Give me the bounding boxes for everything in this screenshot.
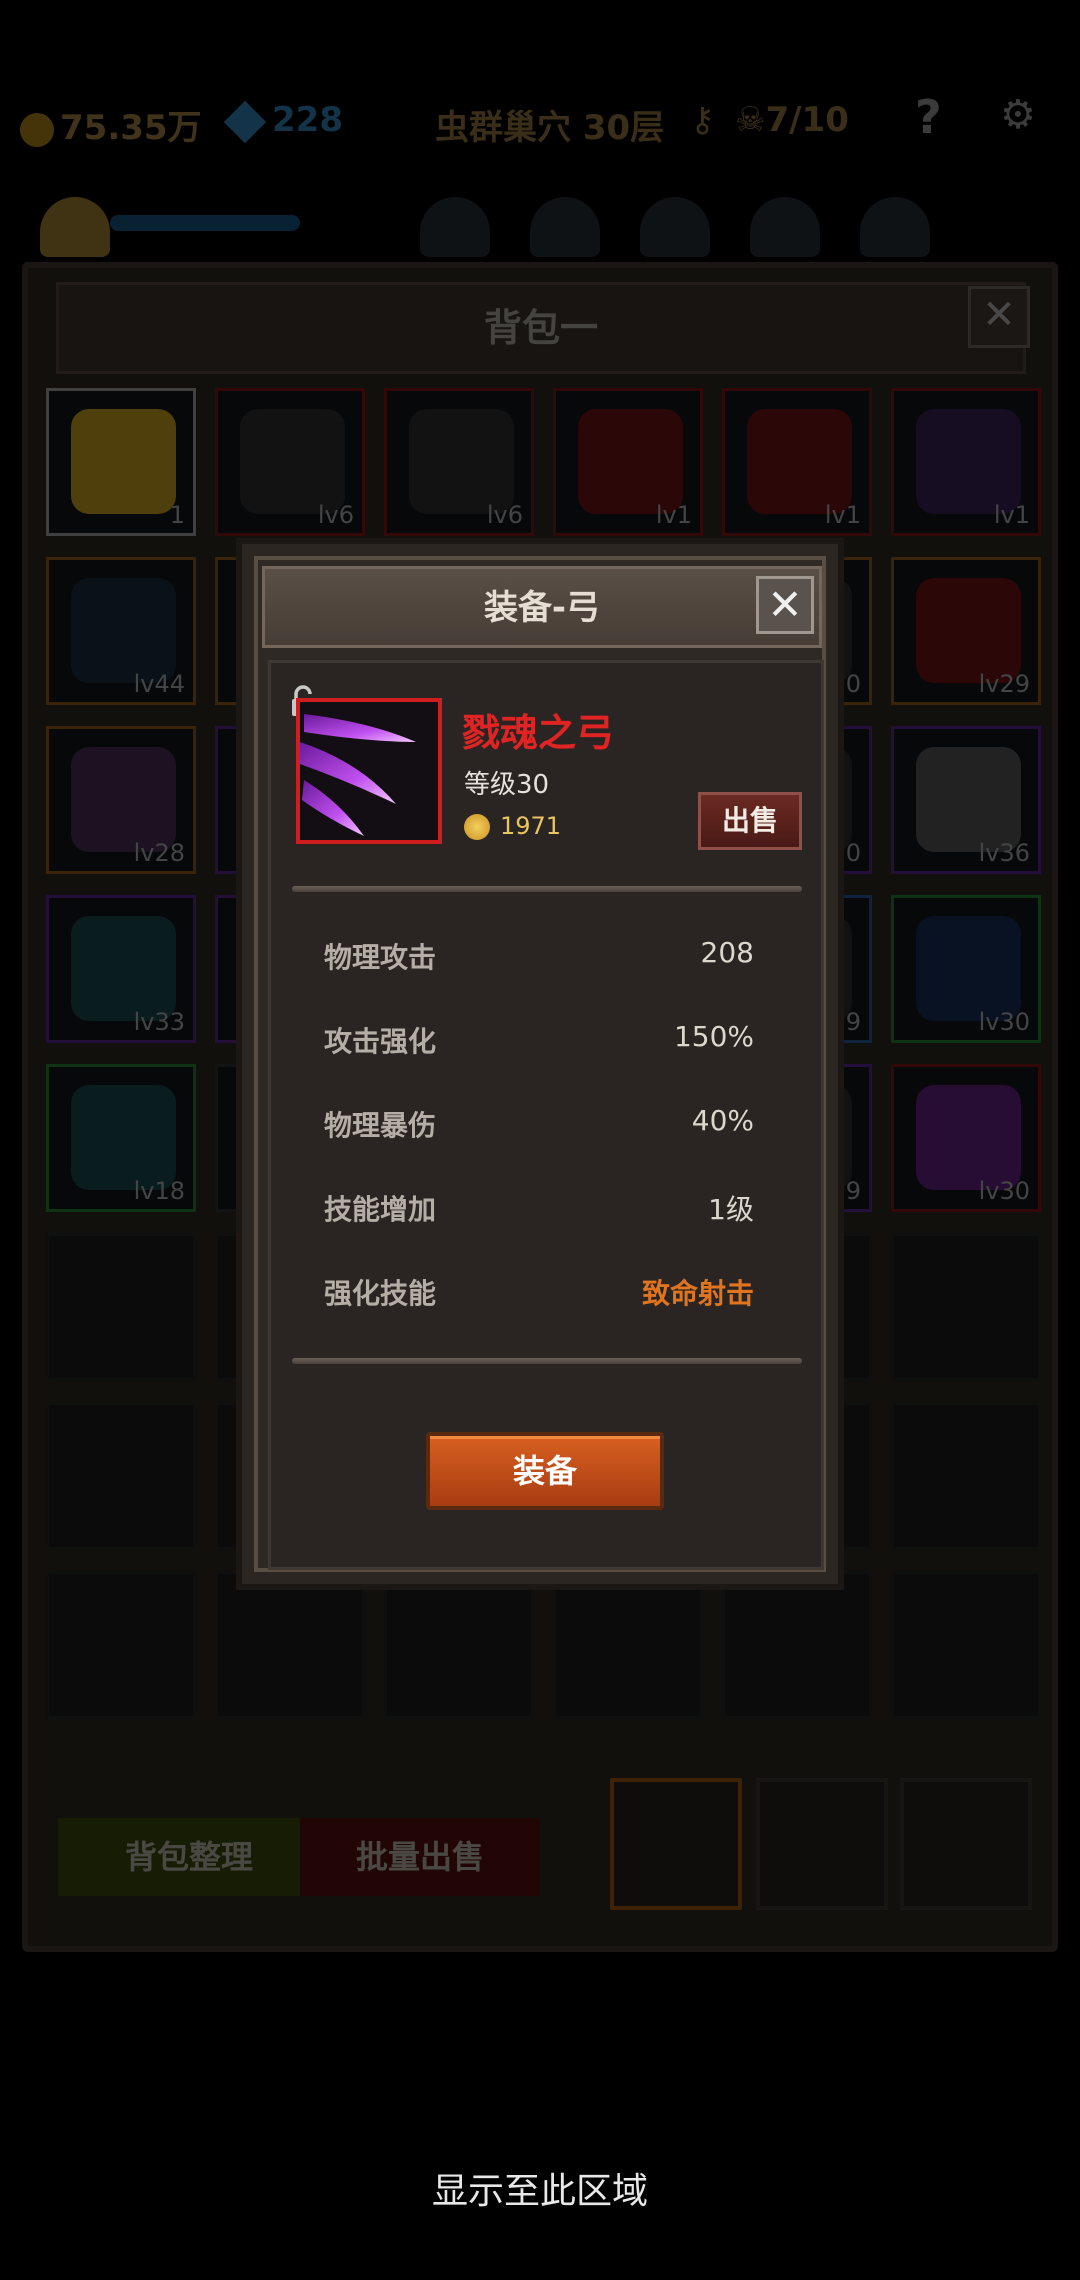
bow-claw-icon xyxy=(300,714,416,836)
stat-label: 强化技能 xyxy=(324,1277,437,1310)
stat-row: 物理暴伤 40% xyxy=(324,1104,754,1148)
stat-value: 40% xyxy=(691,1104,754,1137)
stat-label: 技能增加 xyxy=(324,1193,437,1226)
divider xyxy=(292,886,802,892)
stat-value: 1级 xyxy=(708,1193,754,1226)
item-icon-frame xyxy=(296,698,442,844)
item-price: 1971 xyxy=(464,812,561,840)
equipment-dialog: 装备-弓 ✕ 戮魂之弓 等级30 1971 出售 物理攻击 208 攻击强化 1… xyxy=(236,538,844,1590)
equip-button[interactable]: 装备 xyxy=(426,1432,664,1510)
bottom-hint: 显示至此区域 xyxy=(431,2171,648,2212)
sell-button[interactable]: 出售 xyxy=(698,792,802,850)
dialog-close-button[interactable]: ✕ xyxy=(756,576,814,634)
item-name: 戮魂之弓 xyxy=(462,711,615,755)
stat-row: 物理攻击 208 xyxy=(324,936,754,980)
stat-row: 攻击强化 150% xyxy=(324,1020,754,1064)
dialog-title: 装备-弓 xyxy=(262,566,822,648)
coin-icon xyxy=(464,814,490,840)
stat-row-skill: 强化技能 致命射击 xyxy=(324,1272,754,1316)
enhanced-skill-value: 致命射击 xyxy=(641,1277,754,1310)
stat-value: 208 xyxy=(700,936,754,969)
stat-label: 物理攻击 xyxy=(324,941,437,974)
stat-label: 物理暴伤 xyxy=(324,1109,437,1142)
item-level: 等级30 xyxy=(464,770,550,800)
stat-label: 攻击强化 xyxy=(324,1025,437,1058)
divider xyxy=(292,1358,802,1364)
stat-row: 技能增加 1级 xyxy=(324,1188,754,1232)
stat-value: 150% xyxy=(673,1020,754,1053)
